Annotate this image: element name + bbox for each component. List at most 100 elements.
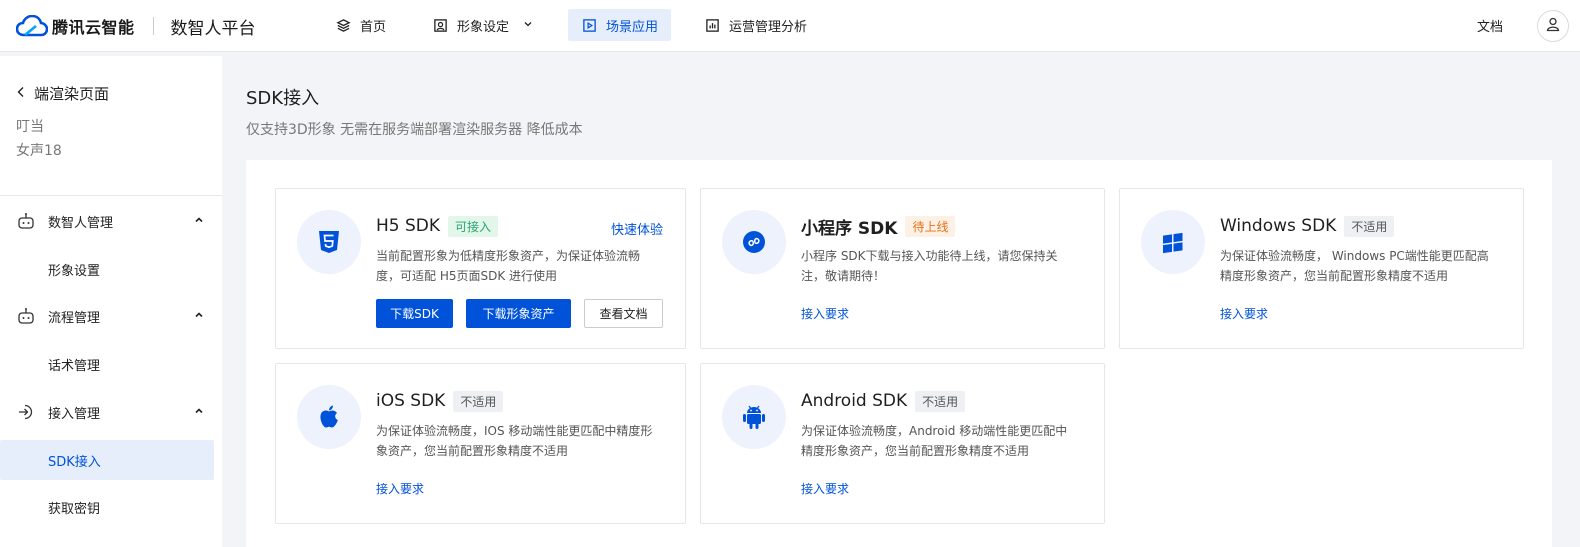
- user-avatar[interactable]: [1537, 10, 1569, 42]
- nav-avatar-settings-label: 形象设定: [457, 19, 510, 35]
- status-badge: 待上线: [905, 215, 956, 237]
- desc-line: 小程序 SDK下载与接入功能待上线，请您保持关: [801, 249, 1058, 263]
- access-requirements-link[interactable]: 接入要求: [801, 480, 849, 497]
- card-h5-sdk: H5 SDK 可接入 快速体验 当前配置形象为低精度形象资产，为保证体验流畅 度…: [275, 188, 686, 349]
- card-android-sdk: Android SDK 不适用 为保证体验流畅度，Android 移动端性能更匹…: [700, 363, 1105, 524]
- desc-line: 为保证体验流畅度， Windows PC端性能更匹配高: [1220, 249, 1489, 263]
- nav-home-label: 首页: [360, 19, 387, 35]
- brand-logo[interactable]: 腾讯云智能 数智人平台: [15, 13, 256, 39]
- robot-icon: [16, 211, 36, 231]
- bar-chart-icon: [704, 17, 720, 33]
- desc-line: 象资产，您当前配置形象精度不适用: [376, 444, 569, 458]
- android-icon: [722, 385, 786, 449]
- chevron-down-icon: [523, 19, 533, 32]
- brand-name: 腾讯云智能: [52, 18, 135, 37]
- sidebar-item-avatar-settings[interactable]: 形象设置: [0, 249, 214, 289]
- sidebar-group-digital-human[interactable]: 数智人管理: [0, 201, 222, 241]
- sdk-panel: H5 SDK 可接入 快速体验 当前配置形象为低精度形象资产，为保证体验流畅 度…: [246, 160, 1552, 547]
- windows-icon: [1141, 210, 1205, 274]
- download-sdk-button[interactable]: 下载SDK: [376, 299, 453, 328]
- status-badge: 不适用: [915, 390, 966, 412]
- portrait-icon: [432, 17, 448, 33]
- robot-icon: [16, 306, 36, 326]
- sdk-name: H5 SDK: [376, 216, 441, 236]
- access-requirements-link[interactable]: 接入要求: [376, 480, 424, 497]
- top-bar: 腾讯云智能 数智人平台 首页 形象设定 场景应用 运营管理分析 文档: [0, 0, 1580, 52]
- access-requirements-link[interactable]: 接入要求: [801, 305, 849, 322]
- chevron-left-icon: [16, 86, 26, 101]
- chevron-up-icon: [194, 405, 204, 415]
- back-button[interactable]: 端渲染页面: [16, 83, 109, 104]
- card-title: Windows SDK 不适用: [1220, 215, 1395, 237]
- nav-home[interactable]: 首页: [322, 9, 399, 41]
- voice-name: 女声18: [16, 143, 62, 159]
- desc-line: 精度形象资产，您当前配置形象精度不适用: [1220, 269, 1449, 283]
- desc-line: 度，可适配 H5页面SDK 进行使用: [376, 269, 558, 283]
- brand-divider: [152, 17, 154, 35]
- sidebar-item-label: SDK接入: [48, 454, 101, 470]
- card-ios-sdk: iOS SDK 不适用 为保证体验流畅度，IOS 移动端性能更匹配中精度形 象资…: [275, 363, 686, 524]
- sdk-name: Android SDK: [801, 391, 908, 411]
- login-icon: [16, 402, 36, 422]
- desc-line: 为保证体验流畅度，Android 移动端性能更匹配中: [801, 424, 1068, 438]
- sidebar-item-label: 获取密钥: [48, 501, 101, 517]
- nav-scene-apps[interactable]: 场景应用: [568, 9, 672, 41]
- sdk-description: 小程序 SDK下载与接入功能待上线，请您保持关 注，敬请期待！: [801, 246, 1058, 286]
- avatar-name: 叮当: [16, 119, 44, 135]
- card-title: H5 SDK 可接入: [376, 215, 499, 237]
- back-label: 端渲染页面: [34, 85, 110, 103]
- sdk-description: 为保证体验流畅度，IOS 移动端性能更匹配中精度形 象资产，您当前配置形象精度不…: [376, 421, 652, 461]
- sdk-name: Windows SDK: [1220, 216, 1337, 236]
- docs-link[interactable]: 文档: [1477, 16, 1503, 35]
- quick-try-link[interactable]: 快速体验: [611, 219, 663, 238]
- play-icon: [581, 17, 597, 33]
- sidebar-group-flow[interactable]: 流程管理: [0, 296, 222, 336]
- card-title: iOS SDK 不适用: [376, 390, 504, 412]
- sidebar-group-label: 接入管理: [48, 406, 101, 422]
- view-docs-button[interactable]: 查看文档: [584, 299, 663, 328]
- sidebar-group-label: 流程管理: [48, 310, 101, 326]
- miniprogram-icon: [722, 210, 786, 274]
- desc-line: 当前配置形象为低精度形象资产，为保证体验流畅: [376, 249, 641, 263]
- sidebar-item-get-key[interactable]: 获取密钥: [0, 487, 214, 527]
- nav-scene-apps-label: 场景应用: [606, 19, 659, 35]
- sidebar-group-label: 数智人管理: [48, 215, 114, 231]
- access-requirements-link[interactable]: 接入要求: [1220, 305, 1268, 322]
- sidebar-item-label: 形象设置: [48, 263, 101, 279]
- page-title: SDK接入: [246, 88, 320, 109]
- sidebar-item-sdk-access[interactable]: SDK接入: [0, 440, 214, 480]
- sdk-description: 当前配置形象为低精度形象资产，为保证体验流畅 度，可适配 H5页面SDK 进行使…: [376, 246, 640, 286]
- sidebar: 端渲染页面 叮当 女声18 数智人管理 形象设置 流程管理 话术管理 接入管理: [0, 56, 222, 547]
- chevron-up-icon: [194, 309, 204, 319]
- desc-line: 精度形象资产，您当前配置形象精度不适用: [801, 444, 1030, 458]
- desc-line: 为保证体验流畅度，IOS 移动端性能更匹配中精度形: [376, 424, 653, 438]
- sdk-name: iOS SDK: [376, 391, 446, 411]
- sidebar-item-scripts[interactable]: 话术管理: [0, 344, 214, 384]
- apple-icon: [297, 385, 361, 449]
- card-miniprogram-sdk: 小程序 SDK 待上线 小程序 SDK下载与接入功能待上线，请您保持关 注，敬请…: [700, 188, 1105, 349]
- desc-line: 注，敬请期待！: [801, 269, 886, 283]
- card-title: Android SDK 不适用: [801, 390, 966, 412]
- status-badge: 不适用: [1344, 215, 1395, 237]
- chevron-up-icon: [194, 214, 204, 224]
- sdk-description: 为保证体验流畅度， Windows PC端性能更匹配高 精度形象资产，您当前配置…: [1220, 246, 1489, 286]
- html5-icon: [297, 210, 361, 274]
- main-nav: 首页 形象设定 场景应用 运营管理分析: [322, 9, 840, 41]
- status-badge: 可接入: [448, 215, 499, 237]
- download-assets-button[interactable]: 下载形象资产: [466, 299, 571, 328]
- card-windows-sdk: Windows SDK 不适用 为保证体验流畅度， Windows PC端性能更…: [1119, 188, 1524, 349]
- card-title: 小程序 SDK 待上线: [801, 215, 956, 239]
- user-icon: [1545, 16, 1561, 36]
- cloud-logo-icon: [15, 14, 49, 37]
- sdk-name: 小程序 SDK: [801, 218, 898, 239]
- product-name: 数智人平台: [170, 18, 256, 39]
- sdk-description: 为保证体验流畅度，Android 移动端性能更匹配中 精度形象资产，您当前配置形…: [801, 421, 1067, 461]
- nav-avatar-settings[interactable]: 形象设定: [419, 9, 546, 41]
- nav-ops-analytics-label: 运营管理分析: [729, 19, 808, 35]
- nav-ops-analytics[interactable]: 运营管理分析: [691, 9, 820, 41]
- sidebar-divider: [0, 195, 222, 196]
- sidebar-group-access[interactable]: 接入管理: [0, 392, 222, 432]
- page-subtitle: 仅支持3D形象 无需在服务端部署渲染服务器 降低成本: [246, 122, 583, 138]
- status-badge: 不适用: [453, 390, 504, 412]
- layers-icon: [335, 17, 351, 33]
